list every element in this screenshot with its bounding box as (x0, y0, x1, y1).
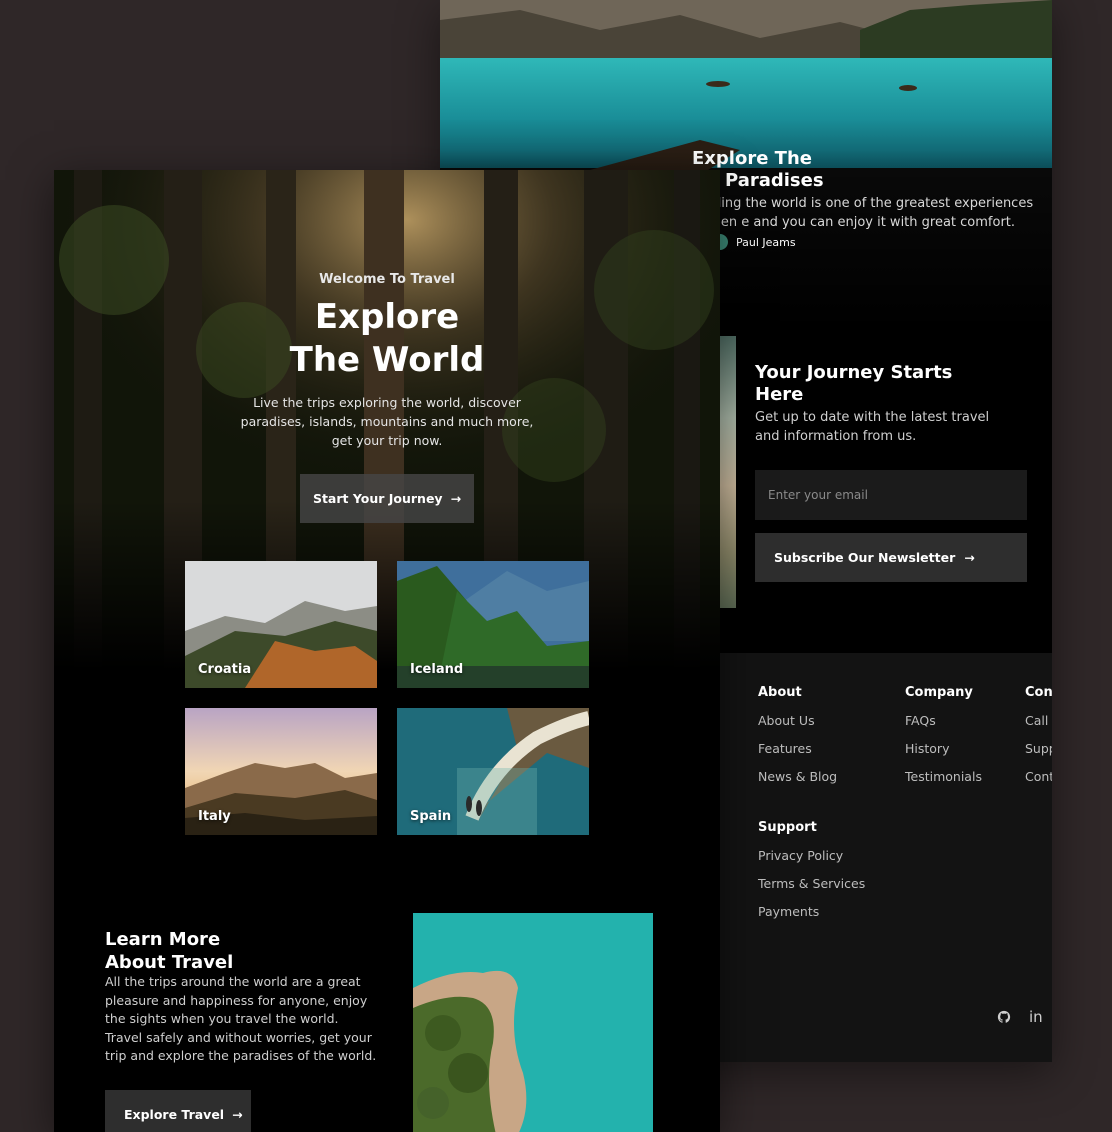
hero-subtitle: Live the trips exploring the world, disc… (240, 395, 534, 448)
footer-link-features[interactable]: Features (758, 741, 837, 756)
footer-column-company: Company FAQs History Testimonials (905, 685, 982, 797)
footer-link-testimonials[interactable]: Testimonials (905, 769, 982, 784)
island-aerial-image (413, 913, 653, 1132)
arrow-right-icon: → (232, 1107, 243, 1122)
explore-travel-button[interactable]: Explore Travel → (105, 1090, 251, 1132)
footer-link-privacy-policy[interactable]: Privacy Policy (758, 848, 865, 863)
hero-title: Explore The World (54, 296, 720, 382)
learn-more-title: Learn More About Travel (105, 928, 233, 974)
linkedin-icon[interactable]: in (1029, 1008, 1043, 1026)
start-journey-button[interactable]: Start Your Journey → (300, 474, 474, 523)
footer-link-support[interactable]: Supp (1025, 741, 1052, 756)
destination-card-spain[interactable]: Spain (397, 708, 589, 835)
hero-title-line1: Explore (314, 297, 460, 337)
author-badge: Paul Jeams (712, 234, 796, 250)
footer-column-support: Support Privacy Policy Terms & Services … (758, 820, 865, 932)
author-name: Paul Jeams (736, 235, 796, 249)
learn-more-title-line1: Learn More (105, 929, 221, 950)
footer-link-faqs[interactable]: FAQs (905, 713, 982, 728)
email-input[interactable] (755, 470, 1027, 520)
arrow-right-icon: → (964, 550, 975, 565)
destination-card-croatia[interactable]: Croatia (185, 561, 377, 688)
subscribe-button-label: Subscribe Our Newsletter (774, 550, 956, 565)
footer-heading-contact: Con (1025, 685, 1052, 700)
footer-link-about-us[interactable]: About Us (758, 713, 837, 728)
destination-card-iceland[interactable]: Iceland (397, 561, 589, 688)
start-journey-button-label: Start Your Journey (312, 491, 443, 506)
hero-welcome-text: Welcome To Travel (319, 272, 455, 287)
arrow-right-icon: → (450, 491, 462, 506)
footer-link-contact[interactable]: Cont (1025, 769, 1052, 784)
github-icon[interactable] (997, 1010, 1011, 1024)
footer-column-contact: Con Call Supp Cont (1025, 685, 1052, 797)
front-page-preview: Welcome To Travel Explore The World Live… (54, 170, 720, 1132)
destination-card-italy[interactable]: Italy (185, 708, 377, 835)
destination-label: Italy (198, 809, 231, 824)
footer-column-about: About About Us Features News & Blog (758, 685, 837, 797)
back-hero-title: Explore The Paradises (692, 148, 892, 192)
footer-link-payments[interactable]: Payments (758, 904, 865, 919)
footer-heading-about: About (758, 685, 802, 700)
destination-label: Croatia (198, 662, 252, 677)
footer-link-news-blog[interactable]: News & Blog (758, 769, 837, 784)
destination-label: Spain (410, 809, 452, 824)
learn-more-description: All the trips around the world are a gre… (105, 974, 377, 1063)
explore-travel-button-label: Explore Travel (124, 1107, 225, 1122)
destination-label: Iceland (410, 662, 464, 677)
footer-heading-company: Company (905, 685, 973, 700)
learn-more-title-line2: About Travel (105, 952, 234, 973)
social-links: in (997, 1008, 1043, 1026)
footer-link-call[interactable]: Call (1025, 713, 1052, 728)
back-hero-description: veling the world is one of the greatest … (702, 196, 1034, 230)
footer-heading-support: Support (758, 820, 817, 835)
footer-link-terms-services[interactable]: Terms & Services (758, 876, 865, 891)
subscribe-button[interactable]: Subscribe Our Newsletter → (755, 533, 1027, 582)
back-hero-title-line2: Paradises (725, 170, 824, 191)
newsletter-title: Your Journey Starts Here (755, 362, 953, 405)
back-hero-title-line1: Explore The (692, 148, 812, 169)
newsletter-subtitle: Get up to date with the latest travel an… (755, 410, 990, 444)
footer-link-history[interactable]: History (905, 741, 982, 756)
hero-title-line2: The World (289, 340, 485, 380)
